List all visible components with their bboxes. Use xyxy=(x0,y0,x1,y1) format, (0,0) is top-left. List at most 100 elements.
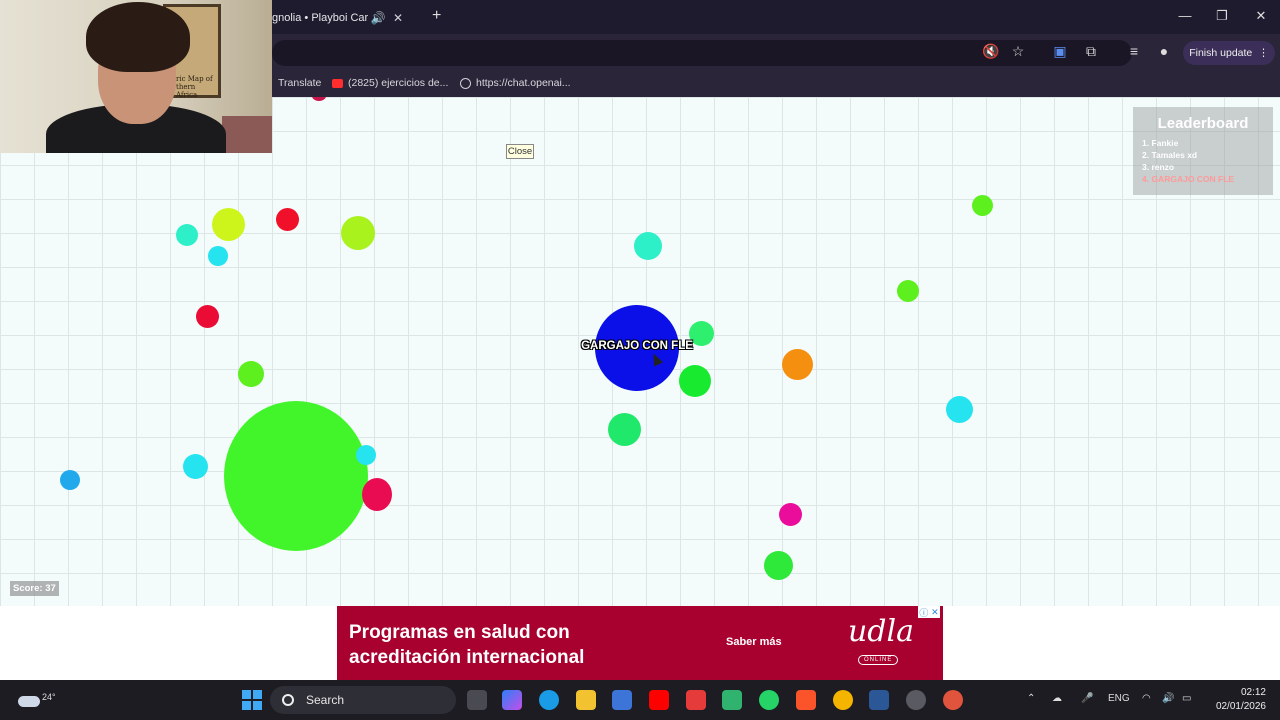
food-cell xyxy=(208,246,228,266)
taskbar-search[interactable]: Search xyxy=(270,686,456,714)
chrome-active-icon[interactable] xyxy=(943,690,963,710)
food-cell xyxy=(634,232,662,260)
profile-avatar-icon[interactable]: ● xyxy=(1153,43,1175,63)
ad-logo-sub: ONLINE xyxy=(858,655,899,665)
food-cell xyxy=(238,361,264,387)
windows-start-icon[interactable] xyxy=(242,690,262,710)
volume-icon[interactable]: 🔊 xyxy=(1162,693,1174,704)
food-cell xyxy=(276,208,299,231)
food-cell xyxy=(356,445,376,465)
search-label: Search xyxy=(306,693,345,707)
language-indicator[interactable]: ENG xyxy=(1108,693,1130,704)
edge-icon[interactable] xyxy=(539,690,559,710)
food-cell xyxy=(608,413,641,446)
leaderboard-entry: 2. Tamales xd xyxy=(1142,150,1198,160)
close-button[interactable]: Close xyxy=(506,144,534,159)
chart-app-icon[interactable] xyxy=(722,690,742,710)
food-cell xyxy=(764,551,793,580)
browser-tab-active[interactable]: gnolia • Playboi Carti 🔊 ✕ xyxy=(272,4,424,32)
shelf-picture xyxy=(222,116,272,153)
openai-icon xyxy=(460,77,471,89)
bookmark-translate[interactable]: Translate xyxy=(278,77,321,89)
mute-site-icon[interactable]: 🔇 xyxy=(980,43,1002,63)
weather-temperature: 24° xyxy=(42,692,56,702)
whatsapp-icon[interactable] xyxy=(759,690,779,710)
word-icon[interactable] xyxy=(869,690,889,710)
kebab-menu-icon[interactable]: ⋮ xyxy=(1258,47,1269,59)
cloud-icon xyxy=(18,696,40,707)
bookmark-chatgpt[interactable]: https://chat.openai... xyxy=(460,77,571,89)
brave-icon[interactable] xyxy=(796,690,816,710)
food-cell xyxy=(779,503,802,526)
leaderboard-entry: 1. Fankie xyxy=(1142,138,1179,148)
leaderboard-title: Leaderboard xyxy=(1157,115,1249,132)
youtube-app-icon[interactable] xyxy=(649,690,669,710)
bookmark-youtube[interactable]: (2825) ejercicios de... xyxy=(332,77,448,89)
wall-map-text: ric Map of thern Africa xyxy=(176,75,213,99)
battery-icon[interactable]: ▭ xyxy=(1182,693,1191,704)
wifi-icon[interactable]: ◠ xyxy=(1142,693,1151,704)
extensions-puzzle-icon[interactable]: ⧉ xyxy=(1080,43,1102,63)
bookmark-label: Translate xyxy=(278,77,322,89)
food-cell xyxy=(176,224,198,246)
bookmark-star-icon[interactable]: ☆ xyxy=(1007,43,1029,63)
speaker-icon[interactable]: 🔊 xyxy=(368,11,388,25)
translate-extension-icon[interactable]: ▣ xyxy=(1049,43,1071,63)
food-cell xyxy=(362,478,392,511)
address-bar[interactable] xyxy=(272,40,1132,66)
close-icon[interactable]: ✕ xyxy=(388,11,408,25)
file-explorer-icon[interactable] xyxy=(576,690,596,710)
food-cell xyxy=(679,365,711,397)
restore-icon[interactable]: ❐ xyxy=(1207,8,1237,24)
settings-gear-icon[interactable] xyxy=(906,690,926,710)
media-controls-icon[interactable]: ≡ xyxy=(1123,43,1145,63)
food-cell xyxy=(341,216,375,250)
chevron-up-icon[interactable]: ⌃ xyxy=(1027,693,1035,704)
ad-logo: udla xyxy=(847,614,914,649)
food-cell xyxy=(60,470,80,490)
ad-cta-link[interactable]: Saber más xyxy=(726,636,782,648)
bookmark-label: https://chat.openai... xyxy=(476,77,571,89)
microphone-icon[interactable]: 🎤 xyxy=(1081,693,1093,704)
leaderboard-entry: 3. renzo xyxy=(1142,162,1175,172)
finish-update-label: Finish update xyxy=(1189,47,1253,59)
finish-update-button[interactable]: Finish update ⋮ xyxy=(1183,41,1275,65)
ad-choices-icon[interactable]: ⓘ ✕ xyxy=(918,606,940,618)
food-cell xyxy=(946,396,973,423)
chrome-icon[interactable] xyxy=(833,690,853,710)
minimize-icon[interactable]: — xyxy=(1170,8,1200,23)
weather-widget[interactable]: 24° xyxy=(16,685,56,713)
game-canvas[interactable]: Close GARGAJO CON FLE Leaderboard 1. Fan… xyxy=(0,97,1280,606)
food-cell xyxy=(972,195,993,216)
score-display: Score: 37 xyxy=(10,581,59,596)
window-close-icon[interactable]: ✕ xyxy=(1246,8,1276,24)
onedrive-icon[interactable]: ☁ xyxy=(1052,693,1062,704)
food-cell xyxy=(183,454,208,479)
food-cell xyxy=(312,97,326,101)
leaderboard-list: 1. Fankie 2. Tamales xd 3. renzo 4. GARG… xyxy=(1133,137,1273,185)
store-icon[interactable] xyxy=(612,690,632,710)
youtube-icon xyxy=(332,78,343,88)
webcam-overlay: ric Map of thern Africa xyxy=(0,0,272,153)
leaderboard-entry-self: 4. GARGAJO CON FLE xyxy=(1142,174,1235,184)
close-button-label: Close xyxy=(507,146,533,157)
ad-banner[interactable]: Programas en salud con acreditación inte… xyxy=(337,606,943,680)
food-cell xyxy=(782,349,813,380)
tab-title: gnolia • Playboi Carti xyxy=(272,12,368,24)
clock-time: 02:12 xyxy=(1240,687,1266,698)
search-icon xyxy=(282,694,294,706)
clock-date: 02/01/2026 xyxy=(1215,701,1266,712)
leaderboard: Leaderboard 1. Fankie 2. Tamales xd 3. r… xyxy=(1133,107,1273,195)
task-view-icon[interactable] xyxy=(467,690,487,710)
food-cell xyxy=(212,208,245,241)
copilot-icon[interactable] xyxy=(502,690,522,710)
plus-icon[interactable]: + xyxy=(432,7,441,25)
ad-headline: Programas en salud con acreditación inte… xyxy=(349,622,585,668)
app-icon[interactable] xyxy=(686,690,706,710)
system-clock[interactable]: 02:12 02/01/2026 xyxy=(1206,686,1266,714)
food-cell xyxy=(897,280,919,302)
bookmark-label: (2825) ejercicios de... xyxy=(348,77,449,89)
player-name: GARGAJO CON FLE xyxy=(581,340,693,352)
food-cell xyxy=(196,305,219,328)
person-hair xyxy=(86,2,190,72)
